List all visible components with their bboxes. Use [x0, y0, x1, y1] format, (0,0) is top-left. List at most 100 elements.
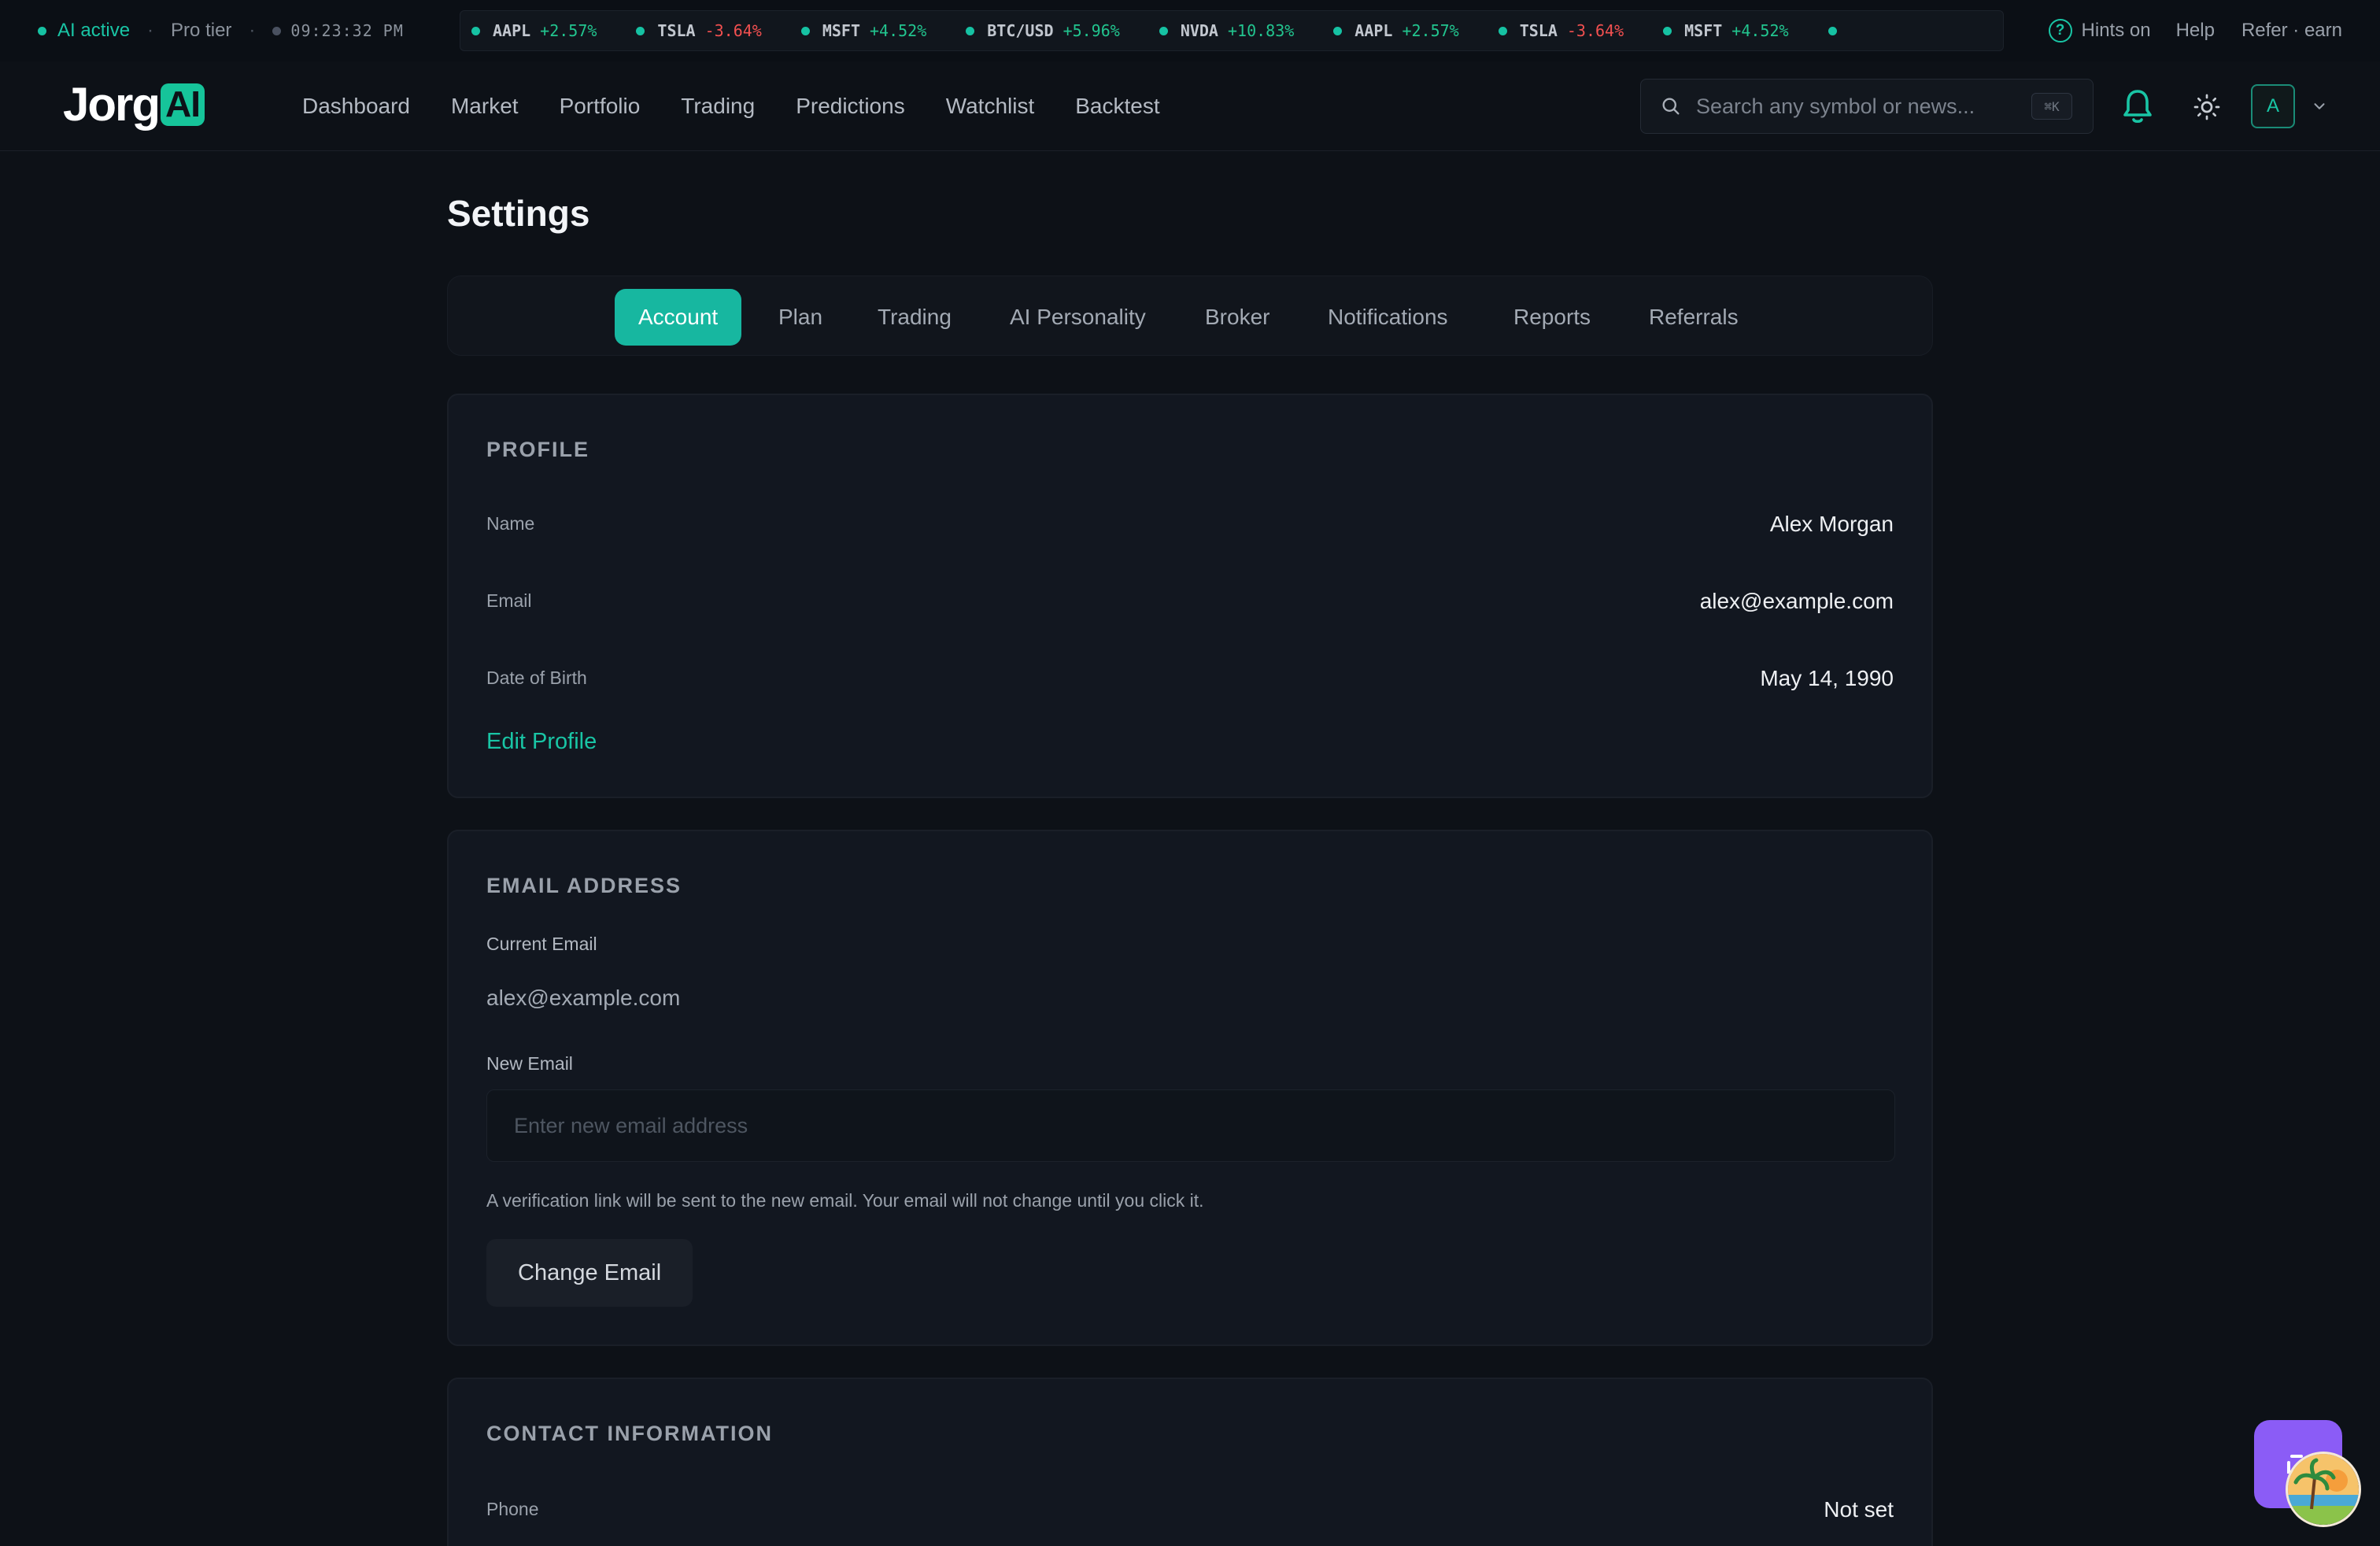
contact-info-card: CONTACT INFORMATION Phone Not set [447, 1378, 1933, 1546]
edit-profile-link[interactable]: Edit Profile [486, 729, 597, 755]
current-email-label: Current Email [486, 934, 597, 954]
tab-ai-personality[interactable]: AI Personality [1010, 289, 1146, 346]
ticker-dot [966, 26, 975, 35]
tab-notifications[interactable]: Notifications [1328, 289, 1448, 346]
nav-backtest[interactable]: Backtest [1075, 94, 1159, 119]
search-icon [1662, 98, 1680, 115]
clock-dot [272, 26, 282, 35]
tab-broker[interactable]: Broker [1205, 289, 1269, 346]
search-shortcut: ⌘K [2031, 93, 2072, 120]
ticker-item[interactable]: MSFT +4.52% [800, 21, 927, 40]
status-strip: AI active · Pro tier · 09:23:32 PM AAPL +… [0, 0, 2380, 61]
ticker-dot [636, 26, 645, 35]
chevron-down-icon[interactable] [2311, 98, 2328, 115]
ticker-item[interactable]: TSLA -3.64% [1498, 21, 1624, 40]
logo-wordmark: Jorg [63, 78, 161, 131]
hints-toggle[interactable]: Hints on [2082, 20, 2151, 42]
ticker-change: -3.64% [704, 21, 762, 40]
ticker-dot [1663, 26, 1672, 35]
ticker-item[interactable]: NVDA +10.83% [1159, 21, 1294, 40]
ticker-item[interactable]: AAPL +2.57% [1333, 21, 1459, 40]
ticker-change: +2.57% [1402, 21, 1459, 40]
tab-plan[interactable]: Plan [778, 289, 822, 346]
ticker-dot [1333, 26, 1343, 35]
dob-value: May 14, 1990 [1760, 666, 1894, 690]
ticker-dot [1828, 26, 1837, 35]
tab-account[interactable]: Account [615, 289, 742, 346]
settings-tabs: Account Plan Trading AI Personality Brok… [447, 276, 1933, 356]
dob-label: Date of Birth [486, 668, 587, 688]
ticker-change: -3.64% [1566, 21, 1624, 40]
nav-trading[interactable]: Trading [681, 94, 755, 119]
email-value: alex@example.com [1699, 589, 1894, 613]
logo[interactable]: Jorg AI [63, 77, 205, 131]
ticker-dot [471, 26, 480, 35]
ticker-change: +4.52% [870, 21, 927, 40]
main-navbar: Jorg AI Dashboard Market Portfolio Tradi… [0, 61, 2380, 151]
ticker-dot [1159, 26, 1168, 35]
ticker-item[interactable]: AAPL +2.57% [471, 21, 597, 40]
ticker-symbol: MSFT [822, 21, 861, 40]
profile-section-title: PROFILE [486, 438, 590, 461]
primary-nav: Dashboard Market Portfolio Trading Predi… [302, 61, 1160, 151]
nav-portfolio[interactable]: Portfolio [560, 94, 641, 119]
ticker-change: +4.52% [1731, 21, 1789, 40]
ticker-item[interactable]: BTC/USD +5.96% [966, 21, 1120, 40]
new-email-field[interactable] [486, 1089, 1895, 1162]
ticker-item[interactable]: TSLA -3.64% [636, 21, 762, 40]
nav-watchlist[interactable]: Watchlist [946, 94, 1035, 119]
ticker-item[interactable]: MSFT +4.52% [1663, 21, 1789, 40]
avatar[interactable]: A [2251, 84, 2295, 128]
beach-scene [2288, 1454, 2359, 1525]
nav-predictions[interactable]: Predictions [796, 94, 905, 119]
name-label: Name [486, 513, 535, 534]
tab-trading[interactable]: Trading [878, 289, 952, 346]
nav-market[interactable]: Market [451, 94, 519, 119]
status-right: ? Hints on Help Refer · earn [2048, 0, 2342, 61]
ticker-change: +5.96% [1062, 21, 1120, 40]
sun-icon[interactable] [2193, 93, 2221, 121]
ai-status-dot [38, 26, 46, 35]
ticker-symbol: TSLA [657, 21, 696, 40]
clock: 09:23:32 PM [290, 21, 404, 40]
question-circle-icon[interactable]: ? [2048, 19, 2072, 43]
ticker-dot [1498, 26, 1507, 35]
separator: · [147, 20, 154, 41]
search-input[interactable]: Search any symbol or news... ⌘K [1640, 79, 2094, 134]
ticker-tape: AAPL +2.57% TSLA -3.64% MSFT +4.52% BTC/USD… [460, 10, 2004, 51]
ai-active-label: AI active [57, 20, 131, 41]
search-placeholder: Search any symbol or news... [1696, 94, 1975, 118]
email-section-title: EMAIL ADDRESS [486, 874, 682, 897]
bell-icon[interactable] [2119, 87, 2156, 128]
ticker-item [1828, 26, 1837, 35]
profile-card: PROFILE Name Alex Morgan Email alex@exam… [447, 394, 1933, 798]
tab-referrals[interactable]: Referrals [1649, 289, 1739, 346]
status-left: AI active · Pro tier · 09:23:32 PM [0, 20, 460, 42]
ticker-symbol: AAPL [493, 21, 531, 40]
current-email-value: alex@example.com [486, 986, 681, 1010]
tier-label: Pro tier [171, 20, 232, 41]
ticker-change: +10.83% [1227, 21, 1295, 40]
nav-dashboard[interactable]: Dashboard [302, 94, 410, 119]
ticker-symbol: BTC/USD [987, 21, 1054, 40]
ticker-symbol: TSLA [1519, 21, 1558, 40]
phone-label: Phone [486, 1499, 539, 1519]
beach-avatar-icon[interactable] [2286, 1452, 2361, 1527]
name-value: Alex Morgan [1769, 512, 1894, 536]
ticker-symbol: MSFT [1684, 21, 1723, 40]
page-title: Settings [447, 193, 590, 234]
new-email-label: New Email [486, 1053, 573, 1074]
help-link[interactable]: Help [2176, 20, 2215, 42]
separator: · [249, 20, 256, 41]
ticker-symbol: AAPL [1354, 21, 1393, 40]
email-label: Email [486, 590, 532, 611]
ticker-symbol: NVDA [1180, 21, 1218, 40]
change-email-button[interactable]: Change Email [486, 1239, 693, 1307]
ticker-change: +2.57% [540, 21, 597, 40]
tab-reports[interactable]: Reports [1513, 289, 1591, 346]
ticker-dot [800, 26, 810, 35]
logo-badge: AI [161, 83, 205, 126]
refer-link[interactable]: Refer · earn [2241, 20, 2342, 42]
contact-section-title: CONTACT INFORMATION [486, 1422, 773, 1445]
email-address-card: EMAIL ADDRESS Current Email alex@example… [447, 830, 1933, 1346]
